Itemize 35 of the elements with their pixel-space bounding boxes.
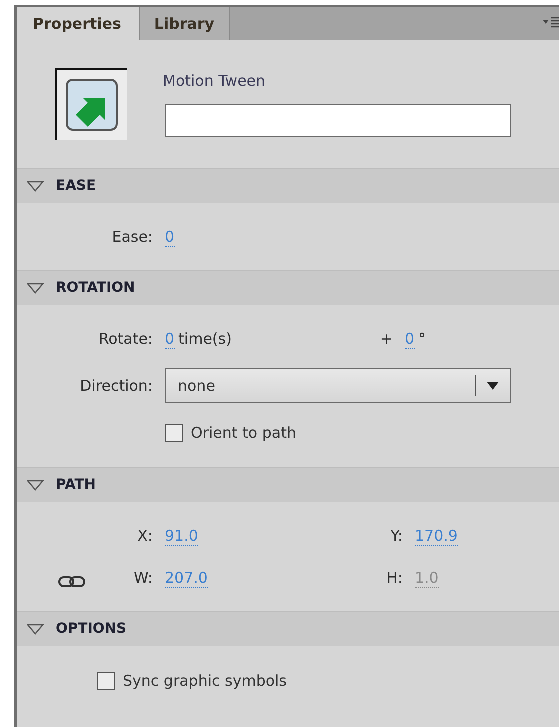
checkbox-label: Orient to path [191,424,296,442]
value-field[interactable]: 91.0 [165,526,198,546]
panel-menu-icon[interactable] [543,16,559,28]
symbol-type-label: Motion Tween [163,71,267,90]
direction-dropdown[interactable]: none [165,368,511,403]
property-label: W: [134,569,153,587]
collapse-triangle-icon[interactable] [27,480,44,490]
collapse-triangle-icon[interactable] [27,180,44,192]
checkbox[interactable] [165,424,183,442]
property-label: + [380,330,393,348]
section-title: ROTATION [56,280,136,296]
value-field[interactable]: 0 [405,330,415,348]
chain-link-icon[interactable] [58,575,86,589]
section-title: PATH [56,477,96,493]
panel-tab[interactable]: Properties [17,7,140,40]
instance-name-field[interactable] [165,104,511,137]
property-label: Y: [390,527,403,545]
value-field[interactable]: 0 [165,330,175,348]
checkbox-label: Sync graphic symbols [123,672,287,690]
collapse-triangle-icon[interactable] [27,624,44,634]
property-label: Direction: [79,376,153,394]
unit-label: ° [418,330,426,348]
collapse-triangle-icon[interactable] [27,282,44,294]
property-label: H: [386,569,403,587]
panel-tab[interactable]: Library [140,7,230,40]
value-field[interactable]: 170.9 [415,526,458,546]
checkbox[interactable] [97,672,115,690]
property-label: X: [138,527,153,545]
property-label: Ease: [112,228,153,246]
value-field[interactable]: 207.0 [165,568,208,588]
value-field[interactable]: 0 [165,228,175,246]
section-title: EASE [56,178,96,194]
property-label: Rotate: [98,330,153,348]
unit-label: time(s) [178,330,232,348]
section-title: OPTIONS [56,621,127,637]
